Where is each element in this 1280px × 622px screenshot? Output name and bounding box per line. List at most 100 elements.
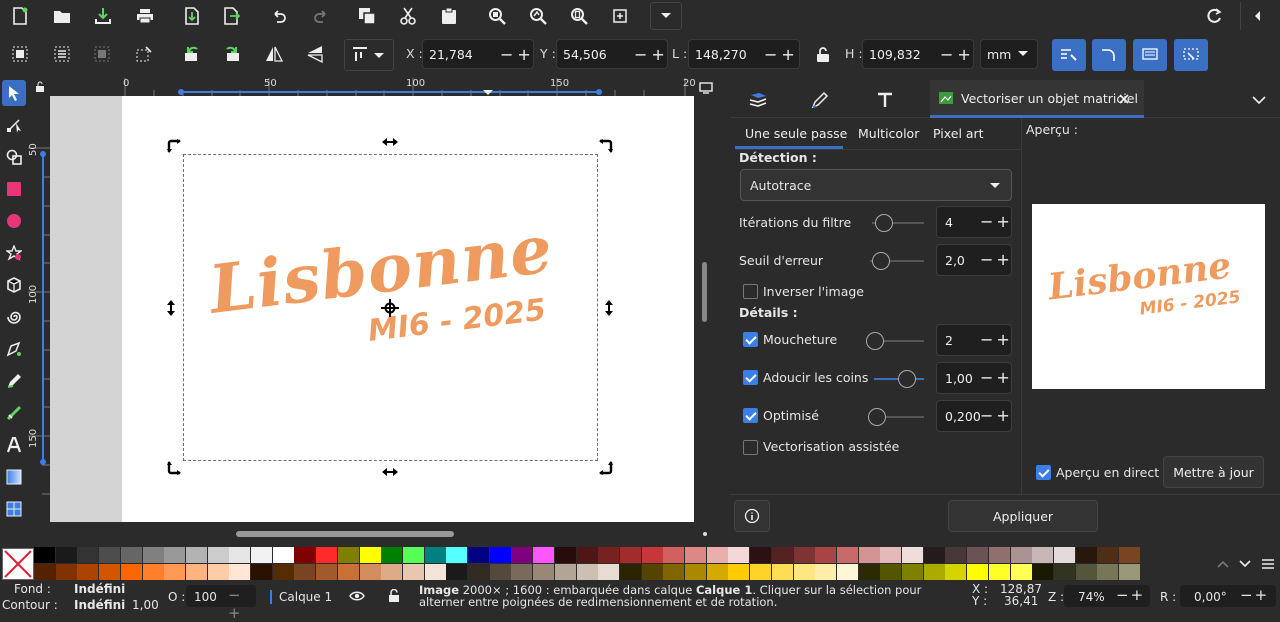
skew-handle-right-icon[interactable] (602, 298, 616, 318)
align-dropdown-icon[interactable] (344, 39, 394, 71)
palette-swatch[interactable] (728, 564, 750, 580)
palette-swatch[interactable] (641, 564, 663, 580)
shape-builder-tool-icon[interactable] (2, 144, 26, 170)
apply-button[interactable]: Appliquer (948, 500, 1098, 532)
palette-swatch[interactable] (337, 564, 359, 580)
assisted-trace-checkbox[interactable] (743, 440, 758, 455)
optimize-slider[interactable] (868, 408, 924, 426)
unit-select[interactable]: mm (980, 39, 1038, 69)
palette-swatch[interactable] (185, 547, 207, 563)
palette-swatch[interactable] (619, 547, 641, 563)
opacity-stepper[interactable]: −+ (228, 586, 256, 622)
snap-toggle-icon[interactable] (1202, 4, 1226, 28)
palette-swatch[interactable] (902, 564, 923, 580)
palette-swatch[interactable] (576, 564, 598, 580)
palette-swatch[interactable] (468, 547, 489, 563)
palette-swatch[interactable] (771, 547, 793, 563)
live-preview-checkbox[interactable] (1036, 465, 1051, 480)
palette-swatch[interactable] (424, 547, 446, 563)
palette-swatch[interactable] (294, 564, 316, 580)
import-icon[interactable] (180, 4, 204, 28)
select-all-layers-icon[interactable] (50, 42, 74, 66)
palette-swatch[interactable] (1075, 547, 1097, 563)
calligraphy-tool-icon[interactable] (2, 400, 26, 426)
flip-horizontal-icon[interactable] (262, 42, 286, 66)
palette-scroll-up-icon[interactable] (1214, 554, 1232, 574)
palette-swatch[interactable] (251, 547, 272, 563)
palette-swatch[interactable] (1119, 564, 1140, 580)
palette-swatch[interactable] (207, 547, 229, 563)
palette-swatch[interactable] (1010, 547, 1032, 563)
palette-swatch[interactable] (988, 564, 1010, 580)
palette-swatch[interactable] (967, 564, 989, 580)
subtab-multicolor[interactable]: Multicolor (858, 126, 919, 141)
palette-swatch[interactable] (923, 564, 945, 580)
dock-menu-icon[interactable] (1248, 90, 1270, 110)
palette-menu-icon[interactable] (1258, 554, 1278, 574)
detection-mode-select[interactable]: Autotrace (740, 169, 1012, 201)
gradient-tool-icon[interactable] (2, 464, 26, 490)
palette-swatch[interactable] (858, 564, 880, 580)
invert-image-checkbox[interactable] (743, 284, 758, 299)
transform-pattern-button[interactable] (1174, 39, 1208, 71)
palette-swatch[interactable] (728, 547, 750, 563)
horizontal-scroll-thumb[interactable] (236, 531, 454, 537)
paste-icon[interactable] (437, 4, 461, 28)
palette-swatch[interactable] (142, 564, 164, 580)
palette-swatch[interactable] (619, 564, 641, 580)
palette-swatch[interactable] (34, 564, 55, 580)
pen-tool-icon[interactable] (2, 336, 26, 362)
export-icon[interactable] (220, 4, 244, 28)
rotate-handle-ne-icon[interactable] (596, 136, 616, 156)
palette-swatch[interactable] (120, 547, 142, 563)
cut-icon[interactable] (396, 4, 420, 28)
zoom-center-page-icon[interactable] (608, 4, 632, 28)
palette-swatch[interactable] (815, 547, 837, 563)
palette-swatch[interactable] (663, 564, 685, 580)
current-layer[interactable]: Calque 1 (279, 590, 332, 604)
select-all-icon[interactable] (8, 42, 32, 66)
rotation-center-icon[interactable] (380, 298, 400, 318)
palette-swatch[interactable] (446, 564, 468, 580)
palette-swatch[interactable] (880, 547, 902, 563)
palette-swatch[interactable] (77, 547, 99, 563)
palette-swatch[interactable] (207, 564, 229, 580)
palette-swatch[interactable] (750, 547, 772, 563)
error-threshold-slider[interactable] (870, 252, 924, 270)
h-stepper[interactable]: −+ (940, 39, 975, 69)
text-font-tab-icon[interactable] (873, 88, 897, 112)
palette-swatch[interactable] (337, 547, 359, 563)
new-document-icon[interactable] (8, 4, 32, 28)
palette-swatch[interactable] (511, 547, 533, 563)
star-tool-icon[interactable] (2, 240, 26, 266)
spiral-tool-icon[interactable] (2, 304, 26, 330)
palette-swatch[interactable] (945, 564, 967, 580)
palette-swatch[interactable] (272, 547, 294, 563)
palette-swatch[interactable] (554, 564, 576, 580)
palette-swatch[interactable] (836, 547, 858, 563)
palette-swatch[interactable] (446, 547, 468, 563)
palette-swatch[interactable] (598, 547, 620, 563)
smooth-corners-stepper[interactable]: −+ (980, 368, 1013, 387)
palette-swatch[interactable] (750, 564, 772, 580)
collapse-snap-icon[interactable] (1240, 2, 1272, 30)
palette-swatch[interactable] (99, 564, 121, 580)
smooth-corners-checkbox[interactable] (743, 370, 758, 385)
palette-swatch[interactable] (533, 564, 555, 580)
skew-handle-bottom-icon[interactable] (380, 464, 400, 480)
palette-swatch[interactable] (294, 547, 316, 563)
rotate-ccw-icon[interactable] (180, 42, 204, 66)
update-preview-button[interactable]: Mettre à jour (1163, 456, 1264, 488)
palette-swatch[interactable] (272, 564, 294, 580)
optimize-stepper[interactable]: −+ (980, 406, 1013, 425)
zoom-stepper[interactable]: −+ (1116, 586, 1145, 604)
vertical-scrollbar[interactable] (696, 96, 714, 522)
filter-iterations-slider[interactable] (872, 214, 924, 232)
ellipse-tool-icon[interactable] (2, 208, 26, 234)
palette-swatch[interactable] (1097, 547, 1119, 563)
speckles-knob[interactable] (866, 332, 884, 350)
palette-swatch[interactable] (381, 564, 403, 580)
palette-swatch[interactable] (685, 564, 706, 580)
palette-swatch[interactable] (381, 547, 403, 563)
rotate-cw-icon[interactable] (220, 42, 244, 66)
